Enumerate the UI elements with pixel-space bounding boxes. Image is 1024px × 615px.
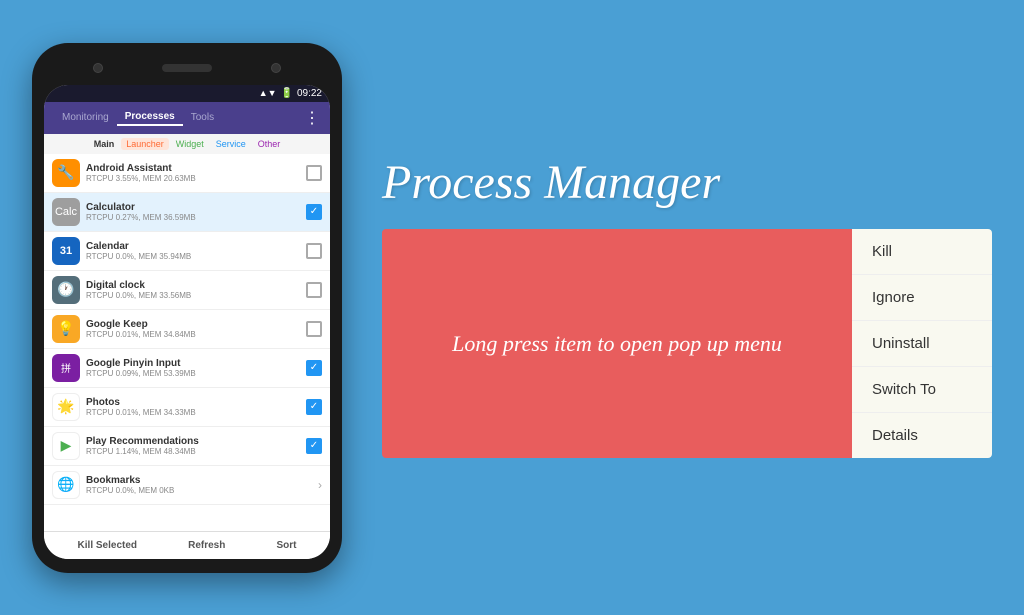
list-item[interactable]: ▶ Play Recommendations RTCPU 1.14%, MEM … [44, 427, 330, 466]
nav-bar: Monitoring Processes Tools ⋮ [44, 102, 330, 134]
phone-top-bar [44, 55, 330, 81]
tab-launcher[interactable]: Launcher [121, 138, 169, 150]
menu-item-switch-to[interactable]: Switch To [852, 367, 992, 413]
app-stats: RTCPU 1.14%, MEM 48.34MB [86, 447, 300, 456]
process-list: 🔧 Android Assistant RTCPU 3.55%, MEM 20.… [44, 154, 330, 531]
app-info: Calculator RTCPU 0.27%, MEM 36.59MB [86, 202, 300, 222]
signal-icon: ▲▼ [259, 88, 277, 98]
phone-screen: ▲▼ 🔋 09:22 Monitoring Processes Tools ⋮ … [44, 85, 330, 559]
checkbox[interactable] [306, 243, 322, 259]
app-stats: RTCPU 3.55%, MEM 20.63MB [86, 174, 300, 183]
list-item[interactable]: 🕐 Digital clock RTCPU 0.0%, MEM 33.56MB [44, 271, 330, 310]
menu-item-details[interactable]: Details [852, 413, 992, 458]
list-item[interactable]: 拼 Google Pinyin Input RTCPU 0.09%, MEM 5… [44, 349, 330, 388]
list-item[interactable]: Calc Calculator RTCPU 0.27%, MEM 36.59MB [44, 193, 330, 232]
kill-selected-button[interactable]: Kill Selected [78, 540, 137, 551]
phone-mockup: ▲▼ 🔋 09:22 Monitoring Processes Tools ⋮ … [32, 43, 342, 573]
popup-background: Long press item to open pop up menu [382, 229, 852, 458]
checkbox[interactable] [306, 282, 322, 298]
refresh-button[interactable]: Refresh [188, 540, 225, 551]
list-item[interactable]: 31 Calendar RTCPU 0.0%, MEM 35.94MB [44, 232, 330, 271]
app-info: Photos RTCPU 0.01%, MEM 34.33MB [86, 397, 300, 417]
list-item[interactable]: 🔧 Android Assistant RTCPU 3.55%, MEM 20.… [44, 154, 330, 193]
bottom-bar: Kill Selected Refresh Sort [44, 531, 330, 559]
app-name: Play Recommendations [86, 436, 300, 447]
app-info: Play Recommendations RTCPU 1.14%, MEM 48… [86, 436, 300, 456]
app-icon: 31 [52, 237, 80, 265]
phone-camera-right-icon [271, 63, 281, 73]
checkbox[interactable] [306, 165, 322, 181]
app-name: Bookmarks [86, 475, 312, 486]
app-stats: RTCPU 0.01%, MEM 34.33MB [86, 408, 300, 417]
app-name: Google Keep [86, 319, 300, 330]
chevron-right-icon: › [318, 478, 322, 492]
tab-service[interactable]: Service [211, 138, 251, 150]
checkbox[interactable] [306, 438, 322, 454]
app-stats: RTCPU 0.09%, MEM 53.39MB [86, 369, 300, 378]
tab-main[interactable]: Main [89, 138, 120, 150]
app-stats: RTCPU 0.0%, MEM 35.94MB [86, 252, 300, 261]
app-info: Google Keep RTCPU 0.01%, MEM 34.84MB [86, 319, 300, 339]
app-info: Android Assistant RTCPU 3.55%, MEM 20.63… [86, 163, 300, 183]
app-name: Digital clock [86, 280, 300, 291]
phone-speaker [162, 64, 212, 72]
app-icon: 🔧 [52, 159, 80, 187]
time-display: 09:22 [297, 88, 322, 99]
menu-item-ignore[interactable]: Ignore [852, 275, 992, 321]
menu-item-uninstall[interactable]: Uninstall [852, 321, 992, 367]
tab-bar: Main Launcher Widget Service Other [44, 134, 330, 154]
nav-tools[interactable]: Tools [183, 110, 222, 125]
app-name: Calendar [86, 241, 300, 252]
phone-camera-icon [93, 63, 103, 73]
status-bar: ▲▼ 🔋 09:22 [44, 85, 330, 102]
app-name: Photos [86, 397, 300, 408]
list-item[interactable]: 🌐 Bookmarks RTCPU 0.0%, MEM 0KB › [44, 466, 330, 505]
app-info: Bookmarks RTCPU 0.0%, MEM 0KB [86, 475, 312, 495]
app-icon: Calc [52, 198, 80, 226]
main-container: ▲▼ 🔋 09:22 Monitoring Processes Tools ⋮ … [32, 28, 992, 588]
app-info: Google Pinyin Input RTCPU 0.09%, MEM 53.… [86, 358, 300, 378]
app-icon: 🌐 [52, 471, 80, 499]
app-icon: 🕐 [52, 276, 80, 304]
app-name: Calculator [86, 202, 300, 213]
battery-icon: 🔋 [281, 88, 293, 99]
popup-area: Long press item to open pop up menu Kill… [382, 229, 992, 458]
app-stats: RTCPU 0.01%, MEM 34.84MB [86, 330, 300, 339]
list-item[interactable]: 💡 Google Keep RTCPU 0.01%, MEM 34.84MB [44, 310, 330, 349]
app-title: Process Manager [382, 157, 720, 210]
app-icon: 🌟 [52, 393, 80, 421]
right-side: Process Manager Long press item to open … [342, 157, 992, 459]
app-icon: 💡 [52, 315, 80, 343]
app-stats: RTCPU 0.0%, MEM 0KB [86, 486, 312, 495]
tab-widget[interactable]: Widget [171, 138, 209, 150]
list-item[interactable]: 🌟 Photos RTCPU 0.01%, MEM 34.33MB [44, 388, 330, 427]
nav-more-icon[interactable]: ⋮ [304, 108, 320, 128]
app-info: Digital clock RTCPU 0.0%, MEM 33.56MB [86, 280, 300, 300]
popup-menu: Kill Ignore Uninstall Switch To Details [852, 229, 992, 458]
checkbox[interactable] [306, 321, 322, 337]
app-name: Android Assistant [86, 163, 300, 174]
popup-prompt-text: Long press item to open pop up menu [452, 327, 782, 360]
sort-button[interactable]: Sort [276, 540, 296, 551]
checkbox[interactable] [306, 204, 322, 220]
nav-processes[interactable]: Processes [117, 109, 183, 126]
app-name: Google Pinyin Input [86, 358, 300, 369]
app-icon: ▶ [52, 432, 80, 460]
checkbox[interactable] [306, 360, 322, 376]
checkbox[interactable] [306, 399, 322, 415]
menu-item-kill[interactable]: Kill [852, 229, 992, 275]
tab-other[interactable]: Other [253, 138, 286, 150]
nav-monitoring[interactable]: Monitoring [54, 110, 117, 125]
app-info: Calendar RTCPU 0.0%, MEM 35.94MB [86, 241, 300, 261]
app-icon: 拼 [52, 354, 80, 382]
app-stats: RTCPU 0.0%, MEM 33.56MB [86, 291, 300, 300]
app-stats: RTCPU 0.27%, MEM 36.59MB [86, 213, 300, 222]
